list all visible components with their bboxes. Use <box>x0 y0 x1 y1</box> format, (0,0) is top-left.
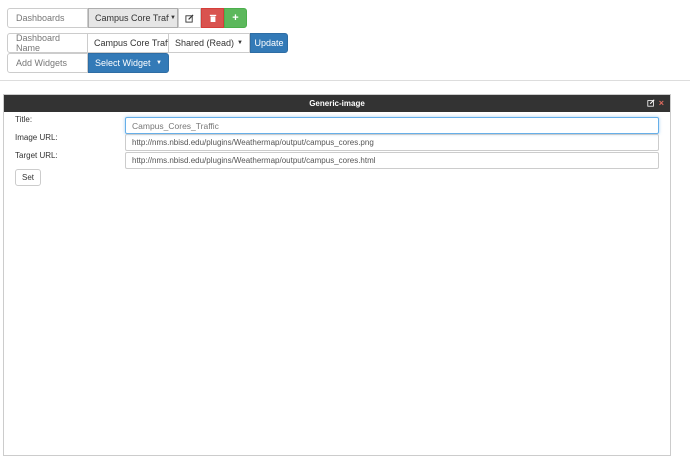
dashboard-selector-row: Dashboards Campus Core Traffic ▼ + <box>7 8 247 28</box>
set-button[interactable]: Set <box>15 169 41 186</box>
caret-down-icon: ▼ <box>237 40 243 46</box>
share-select-value: Shared (Read) <box>175 38 235 48</box>
dashboard-dropdown[interactable]: Campus Core Traffic ▼ <box>88 8 178 28</box>
delete-dashboard-button[interactable] <box>201 8 224 28</box>
widget-tools: × <box>647 98 664 108</box>
dashboard-name-input[interactable]: Campus Core Traffi <box>88 33 169 53</box>
widget-title: Generic-image <box>309 99 365 108</box>
caret-down-icon: ▼ <box>156 60 162 66</box>
title-label: Title: <box>15 115 33 124</box>
dashboard-name-label: Dashboard Name <box>7 33 88 53</box>
add-widgets-label: Add Widgets <box>7 53 88 73</box>
close-icon[interactable]: × <box>659 98 664 108</box>
select-widget-dropdown[interactable]: Select Widget ▼ <box>88 53 169 73</box>
dashboard-name-row: Dashboard Name Campus Core Traffi Shared… <box>7 33 288 53</box>
target-url-input[interactable]: http://nms.nbisd.edu/plugins/Weathermap/… <box>125 152 659 169</box>
caret-down-icon: ▼ <box>170 15 176 21</box>
image-url-label: Image URL: <box>15 133 58 142</box>
edit-icon <box>185 13 194 23</box>
trash-icon <box>209 14 216 22</box>
widget-header: Generic-image × <box>4 95 670 112</box>
edit-icon[interactable] <box>647 99 655 107</box>
edit-dashboard-button[interactable] <box>178 8 201 28</box>
add-widgets-row: Add Widgets Select Widget ▼ <box>7 53 169 73</box>
title-input[interactable]: Campus_Cores_Traffic <box>125 117 659 134</box>
add-dashboard-button[interactable]: + <box>224 8 247 28</box>
update-button[interactable]: Update <box>250 33 288 53</box>
target-url-label: Target URL: <box>15 151 58 160</box>
widget-panel: Generic-image × Title: Campus_Cores_Traf… <box>3 94 671 456</box>
plus-icon: + <box>232 12 239 24</box>
image-url-input[interactable]: http://nms.nbisd.edu/plugins/Weathermap/… <box>125 134 659 151</box>
dashboards-label: Dashboards <box>7 8 88 28</box>
dashboard-selected-label: Campus Core Traffic <box>95 13 169 23</box>
share-select[interactable]: Shared (Read) ▼ <box>169 33 250 53</box>
divider <box>0 80 690 81</box>
select-widget-label: Select Widget <box>95 58 151 68</box>
